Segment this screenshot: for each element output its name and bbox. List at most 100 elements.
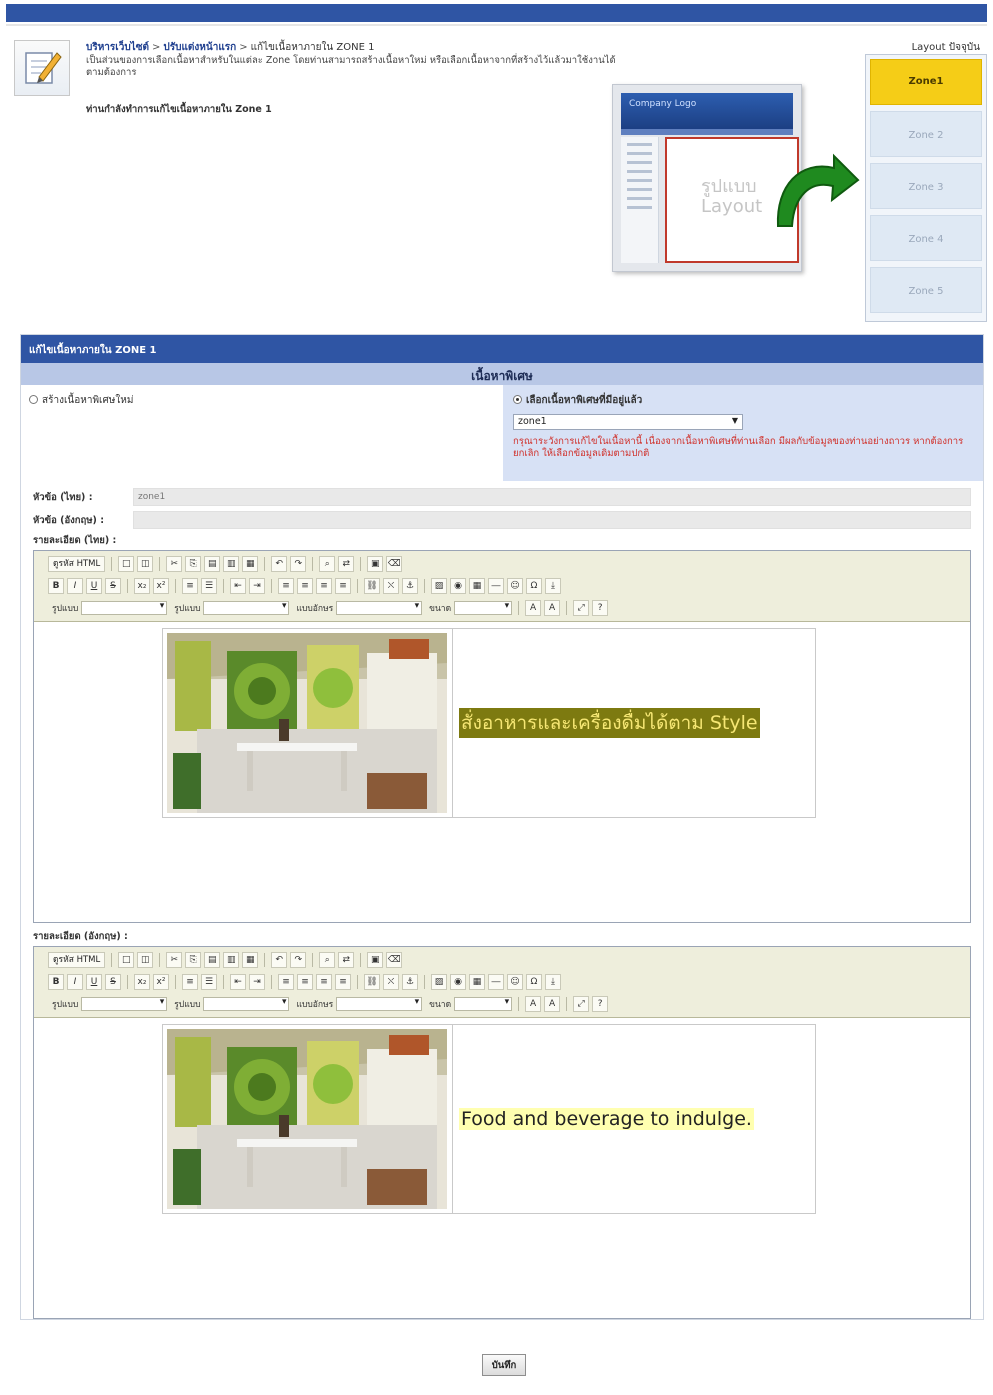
strike-icon[interactable]: S	[105, 578, 121, 594]
zone-item-4[interactable]: Zone 4	[870, 215, 982, 261]
bullet-list-icon[interactable]: ☰	[201, 974, 217, 990]
redo-icon[interactable]: ↷	[290, 556, 307, 572]
indent-icon[interactable]: ⇥	[249, 578, 265, 594]
pagebreak-icon[interactable]: ⤓	[545, 974, 561, 990]
paste-icon[interactable]: ▤	[204, 952, 221, 968]
undo-icon[interactable]: ↶	[271, 556, 288, 572]
bullet-list-icon[interactable]: ☰	[201, 578, 217, 594]
superscript-icon[interactable]: x²	[153, 578, 169, 594]
maximize-icon[interactable]: ⤢	[573, 600, 590, 616]
subscript-icon[interactable]: x₂	[134, 578, 150, 594]
title-th-input[interactable]: zone1	[133, 488, 971, 506]
source-button[interactable]: ดูรหัส HTML	[48, 556, 106, 572]
hr-icon[interactable]: ―	[488, 974, 504, 990]
table-icon[interactable]: ▦	[469, 974, 485, 990]
bold-icon[interactable]: B	[48, 974, 64, 990]
smiley-icon[interactable]: ☺	[507, 578, 523, 594]
underline-icon[interactable]: U	[86, 974, 102, 990]
hr-icon[interactable]: ―	[488, 578, 504, 594]
image-icon[interactable]: ▨	[431, 974, 447, 990]
option-create-new[interactable]: สร้างเนื้อหาพิเศษใหม่	[29, 393, 133, 408]
select-all-icon[interactable]: ▣	[367, 556, 384, 572]
pagebreak-icon[interactable]: ⤓	[545, 578, 561, 594]
new-page-icon[interactable]: □	[118, 556, 135, 572]
help-icon[interactable]: ?	[592, 600, 609, 616]
title-en-input[interactable]	[133, 511, 971, 529]
font-dropdown[interactable]	[336, 997, 423, 1011]
paste-word-icon[interactable]: ▦	[242, 556, 259, 572]
table-icon[interactable]: ▦	[469, 578, 485, 594]
new-page-icon[interactable]: □	[118, 952, 135, 968]
paste-text-icon[interactable]: ▥	[223, 556, 240, 572]
special-char-icon[interactable]: Ω	[526, 578, 542, 594]
cut-icon[interactable]: ✂	[166, 952, 183, 968]
copy-icon[interactable]: ⎘	[185, 556, 202, 572]
preview-icon[interactable]: ◫	[137, 556, 154, 572]
size-dropdown[interactable]	[454, 601, 513, 615]
strike-icon[interactable]: S	[105, 974, 121, 990]
align-center-icon[interactable]: ≡	[297, 974, 313, 990]
size-dropdown[interactable]	[454, 997, 513, 1011]
italic-icon[interactable]: I	[67, 578, 83, 594]
paste-text-icon[interactable]: ▥	[223, 952, 240, 968]
align-justify-icon[interactable]: ≡	[335, 974, 351, 990]
anchor-icon[interactable]: ⚓	[402, 578, 418, 594]
bold-icon[interactable]: B	[48, 578, 64, 594]
zone-item-3[interactable]: Zone 3	[870, 163, 982, 209]
align-right-icon[interactable]: ≡	[316, 974, 332, 990]
find-icon[interactable]: ⌕	[319, 556, 336, 572]
preview-icon[interactable]: ◫	[137, 952, 154, 968]
bg-color-icon[interactable]: A	[544, 996, 561, 1012]
editor-content-area[interactable]: Food and beverage to indulge.	[34, 1018, 970, 1318]
indent-icon[interactable]: ⇥	[249, 974, 265, 990]
unlink-icon[interactable]: ⛌	[383, 974, 399, 990]
outdent-icon[interactable]: ⇤	[230, 974, 246, 990]
align-left-icon[interactable]: ≡	[278, 974, 294, 990]
undo-icon[interactable]: ↶	[271, 952, 288, 968]
flash-icon[interactable]: ◉	[450, 974, 466, 990]
numbered-list-icon[interactable]: ≡	[182, 578, 198, 594]
maximize-icon[interactable]: ⤢	[573, 996, 590, 1012]
remove-format-icon[interactable]: ⌫	[386, 952, 403, 968]
zone-item-5[interactable]: Zone 5	[870, 267, 982, 313]
special-char-icon[interactable]: Ω	[526, 974, 542, 990]
select-radio[interactable]	[513, 395, 522, 404]
cut-icon[interactable]: ✂	[166, 556, 183, 572]
breadcrumb-link-site-admin[interactable]: บริหารเว็บไซต์	[86, 42, 149, 53]
zone-item-2[interactable]: Zone 2	[870, 111, 982, 157]
subscript-icon[interactable]: x₂	[134, 974, 150, 990]
text-color-icon[interactable]: A	[525, 996, 542, 1012]
remove-format-icon[interactable]: ⌫	[386, 556, 403, 572]
link-icon[interactable]: ⛓	[364, 578, 380, 594]
editor-content-area[interactable]: สั่งอาหารและเครื่องดื่มได้ตาม Style	[34, 622, 970, 922]
align-justify-icon[interactable]: ≡	[335, 578, 351, 594]
source-button[interactable]: ดูรหัส HTML	[48, 952, 106, 968]
format-dropdown[interactable]	[203, 997, 290, 1011]
replace-icon[interactable]: ⇄	[338, 556, 355, 572]
style-dropdown[interactable]	[81, 997, 168, 1011]
create-radio[interactable]	[29, 395, 38, 404]
anchor-icon[interactable]: ⚓	[402, 974, 418, 990]
unlink-icon[interactable]: ⛌	[383, 578, 399, 594]
outdent-icon[interactable]: ⇤	[230, 578, 246, 594]
bg-color-icon[interactable]: A	[544, 600, 561, 616]
superscript-icon[interactable]: x²	[153, 974, 169, 990]
link-icon[interactable]: ⛓	[364, 974, 380, 990]
align-right-icon[interactable]: ≡	[316, 578, 332, 594]
align-center-icon[interactable]: ≡	[297, 578, 313, 594]
italic-icon[interactable]: I	[67, 974, 83, 990]
copy-icon[interactable]: ⎘	[185, 952, 202, 968]
numbered-list-icon[interactable]: ≡	[182, 974, 198, 990]
save-button[interactable]: บันทึก	[482, 1354, 526, 1376]
style-dropdown[interactable]	[81, 601, 168, 615]
content-select[interactable]: zone1 ▼	[513, 414, 743, 430]
paste-word-icon[interactable]: ▦	[242, 952, 259, 968]
smiley-icon[interactable]: ☺	[507, 974, 523, 990]
font-dropdown[interactable]	[336, 601, 423, 615]
paste-icon[interactable]: ▤	[204, 556, 221, 572]
underline-icon[interactable]: U	[86, 578, 102, 594]
format-dropdown[interactable]	[203, 601, 290, 615]
breadcrumb-link-homepage[interactable]: ปรับแต่งหน้าแรก	[163, 42, 236, 53]
zone-item-1[interactable]: Zone1	[870, 59, 982, 105]
help-icon[interactable]: ?	[592, 996, 609, 1012]
